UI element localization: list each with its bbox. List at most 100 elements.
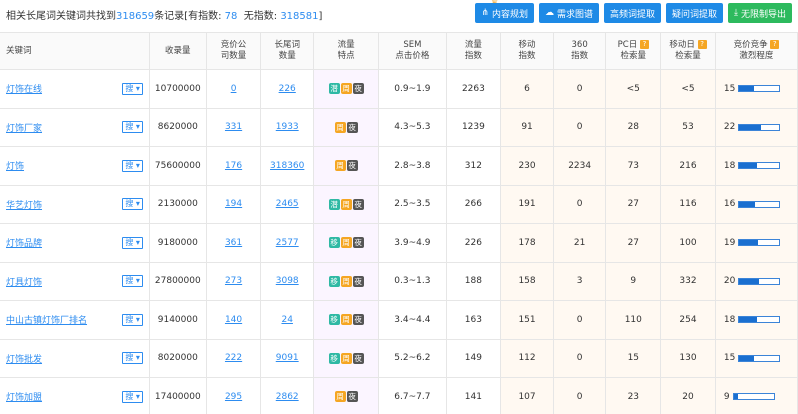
- sem-cell: 3.4~4.4: [378, 300, 447, 340]
- search-dropdown[interactable]: 搜 ▾: [122, 236, 143, 249]
- longtail-link[interactable]: 3098: [276, 276, 299, 286]
- col-indexed[interactable]: 收录量: [149, 32, 207, 70]
- col-keyword[interactable]: 关键词: [0, 32, 150, 70]
- search-dropdown[interactable]: 搜 ▾: [122, 159, 143, 172]
- demand-graph-button[interactable]: ☁ 需求图谱: [538, 3, 599, 23]
- keyword-link[interactable]: 华艺灯饰: [6, 201, 42, 211]
- keyword-link[interactable]: 灯饰品牌: [6, 239, 42, 249]
- search-dropdown[interactable]: 搜 ▾: [122, 275, 143, 288]
- sem-cell: 5.2~6.2: [378, 339, 447, 378]
- keyword-cell: 中山古镇灯饰厂排名 搜 ▾: [0, 300, 150, 340]
- question-extract-button[interactable]: 疑问词提取: [665, 3, 723, 23]
- keyword-link[interactable]: 灯饰加盟: [6, 393, 42, 403]
- sem-cell: 6.7~7.7: [378, 377, 447, 414]
- high-freq-extract-button[interactable]: 高频词提取: [603, 3, 661, 23]
- col-mobile[interactable]: 移动 指数: [500, 32, 554, 70]
- export-button[interactable]: ⤓ 无限制导出: [728, 3, 792, 23]
- bid-companies-link[interactable]: 194: [225, 199, 242, 209]
- keyword-link[interactable]: 灯饰在线: [6, 85, 42, 95]
- flow-index-cell: 163: [446, 300, 502, 340]
- bid-companies-link[interactable]: 295: [225, 392, 242, 402]
- col-indexed-label: 收录量: [165, 45, 191, 56]
- mobile-index-cell: 191: [500, 185, 554, 224]
- bid-companies-link[interactable]: 361: [225, 238, 242, 248]
- content-plan-button[interactable]: ⋔ 内容规划: [475, 3, 534, 23]
- tag-yi-badge: 移: [328, 275, 340, 287]
- longtail-cell: 2465: [260, 185, 314, 224]
- longtail-link[interactable]: 1933: [276, 122, 299, 132]
- competition-cell: 15: [715, 69, 798, 109]
- col-competition[interactable]: 竞价竞争 ? 激烈程度: [715, 32, 798, 70]
- sem-cell: 0.3~1.3: [378, 262, 447, 301]
- col-sem[interactable]: SEM 点击价格: [378, 32, 447, 70]
- pc-daily-cell: 23: [605, 377, 662, 414]
- tag-zhou-badge: 周: [340, 237, 352, 249]
- traffic-tags-cell: 周夜: [313, 146, 380, 186]
- col-mobile-daily[interactable]: 移动日 ? 检索量: [660, 32, 716, 70]
- longtail-link[interactable]: 318360: [270, 161, 304, 171]
- export-label: 无限制导出: [740, 9, 786, 20]
- keyword-link[interactable]: 灯具灯饰: [6, 278, 42, 288]
- col-longtail-label-2: 数量: [278, 51, 296, 61]
- tag-zhou-badge: 周: [334, 391, 346, 403]
- bid-companies-link[interactable]: 176: [225, 161, 242, 171]
- mobile-daily-cell: 116: [660, 185, 716, 224]
- help-icon[interactable]: ?: [697, 40, 707, 49]
- indexed-cell: 17400000: [149, 377, 207, 414]
- no-index-label: 无指数:: [243, 11, 278, 22]
- col-mobday-label-1: 移动日: [669, 40, 695, 50]
- flow-index-cell: 141: [446, 377, 502, 414]
- search-label: 搜: [125, 314, 134, 324]
- help-icon[interactable]: ?: [639, 40, 649, 49]
- col-flow[interactable]: 流量 指数: [446, 32, 502, 70]
- search-dropdown[interactable]: 搜 ▾: [122, 82, 143, 95]
- col-longtail[interactable]: 长尾词 数量: [260, 32, 314, 70]
- keyword-link[interactable]: 灯饰: [6, 162, 24, 172]
- col-bid-label-1: 竞价公: [220, 40, 247, 50]
- col-360-label-1: 360: [571, 40, 588, 50]
- competition-cell: 18: [715, 300, 798, 340]
- longtail-link[interactable]: 24: [281, 315, 292, 325]
- competition-bar: [738, 239, 781, 247]
- search-dropdown[interactable]: 搜 ▾: [122, 313, 143, 326]
- keyword-link[interactable]: 灯饰批发: [6, 355, 42, 365]
- search-dropdown[interactable]: 搜 ▾: [122, 390, 143, 403]
- bid-companies-link[interactable]: 222: [225, 353, 242, 363]
- longtail-cell: 2862: [260, 377, 314, 414]
- keyword-link[interactable]: 中山古镇灯饰厂排名: [6, 316, 87, 326]
- traffic-tags-cell: 周夜: [313, 108, 380, 147]
- download-icon: ⤓: [734, 8, 738, 18]
- keyword-link[interactable]: 灯饰厂家: [6, 124, 42, 134]
- col-360[interactable]: 360 指数: [553, 32, 607, 70]
- competition-bar-fill: [739, 124, 762, 130]
- competition-cell: 18: [715, 146, 798, 186]
- competition-bar-fill: [739, 355, 755, 361]
- search-dropdown[interactable]: 搜 ▾: [122, 352, 143, 365]
- col-pc-daily[interactable]: PC日 ? 检索量: [605, 32, 662, 70]
- bid-companies-link[interactable]: 273: [225, 276, 242, 286]
- longtail-link[interactable]: 226: [279, 84, 296, 94]
- longtail-link[interactable]: 2577: [276, 238, 299, 248]
- longtail-link[interactable]: 9091: [276, 353, 299, 363]
- bid-companies-link[interactable]: 0: [231, 84, 237, 94]
- longtail-cell: 1933: [260, 108, 314, 147]
- col-mobile-label-2: 指数: [518, 51, 536, 61]
- tag-zhou-badge: 周: [340, 198, 352, 210]
- mobile-daily-cell: 216: [660, 146, 716, 186]
- caret-down-icon: ▾: [135, 83, 140, 93]
- tag-zhou-badge: 周: [340, 275, 352, 287]
- traffic-tags-cell: 移周夜: [313, 300, 380, 340]
- tag-ye-badge: 夜: [352, 314, 364, 326]
- longtail-link[interactable]: 2862: [276, 392, 299, 402]
- bid-companies-link[interactable]: 140: [225, 315, 242, 325]
- bid-companies-link[interactable]: 331: [225, 122, 242, 132]
- s360-index-cell: 0: [553, 108, 607, 147]
- mobile-daily-cell: 332: [660, 262, 716, 301]
- search-dropdown[interactable]: 搜 ▾: [122, 121, 143, 134]
- search-dropdown[interactable]: 搜 ▾: [122, 198, 143, 211]
- help-icon[interactable]: ?: [770, 40, 780, 49]
- col-bid-companies[interactable]: 竞价公 司数量: [206, 32, 262, 70]
- search-label: 搜: [125, 83, 134, 93]
- search-label: 搜: [125, 353, 134, 363]
- longtail-link[interactable]: 2465: [276, 199, 299, 209]
